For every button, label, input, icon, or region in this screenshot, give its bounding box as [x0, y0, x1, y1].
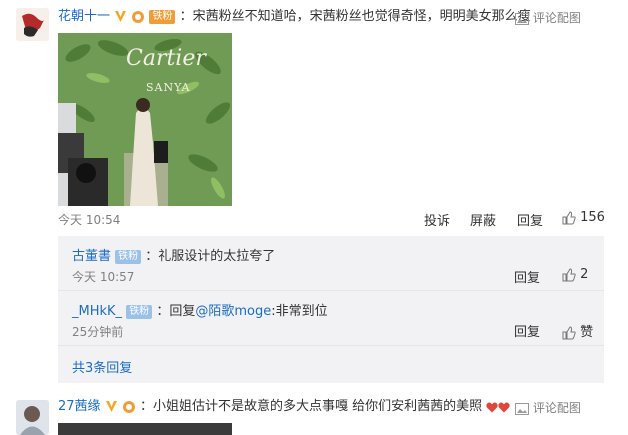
comment-pic-button[interactable]: 评论配图: [515, 9, 581, 26]
divider: [58, 290, 604, 291]
avatar[interactable]: [16, 400, 49, 435]
more-replies-link[interactable]: 共3条回复: [72, 357, 132, 376]
like-count: 156: [580, 210, 605, 225]
fan-badge: 铁粉: [115, 249, 142, 264]
report-button[interactable]: 投诉: [424, 210, 450, 229]
reply-item: _MHkK_ 铁粉 ：回复@陌歌moge:非常到位: [72, 300, 328, 319]
reply-text-prefix: ：回复: [156, 304, 196, 319]
mention-link[interactable]: @陌歌moge: [195, 304, 271, 319]
reply-button[interactable]: 回复: [517, 210, 543, 229]
username[interactable]: 花朝十一: [58, 9, 110, 24]
comment-header: 27茜缘 ：小姐姐估计不是故意的多大点事嘎 给你们安利茜茜的美照: [58, 398, 510, 416]
thumb-up-icon: [562, 210, 576, 225]
reply-button[interactable]: 回复: [514, 267, 540, 286]
image-icon: [515, 402, 529, 415]
comment-photo[interactable]: Cartier SANYA: [58, 33, 232, 206]
comment-photo[interactable]: [58, 423, 232, 435]
fan-badge-icon: [131, 10, 145, 24]
avatar[interactable]: [16, 8, 49, 41]
reply-time: 25分钟前: [72, 325, 124, 339]
comment-text: ：宋茜粉丝不知道哈，宋茜粉丝也觉得奇怪，明明美女那么瘦: [179, 9, 531, 24]
reply-text: ：礼服设计的太拉夸了: [145, 249, 276, 264]
like-label: 赞: [580, 325, 594, 340]
like-count: 2: [580, 267, 589, 282]
thumb-up-icon: [562, 325, 576, 340]
comment-time: 今天 10:54: [58, 213, 121, 227]
like-button[interactable]: 156: [562, 210, 605, 225]
reply-text-suffix: :非常到位: [271, 304, 328, 319]
vip-icon: [114, 10, 127, 23]
reply-username[interactable]: 古董書: [72, 249, 111, 264]
comment-pic-label: 评论配图: [532, 401, 581, 415]
fan-badge: 铁粉: [126, 304, 153, 319]
reply-button[interactable]: 回复: [514, 321, 540, 340]
comment-header: 花朝十一 铁粉 ：宋茜粉丝不知道哈，宋茜粉丝也觉得奇怪，明明美女那么瘦: [58, 8, 531, 26]
brand-text: Cartier: [126, 46, 207, 71]
brand-sub-text: SANYA: [146, 81, 191, 94]
thumb-up-icon: [562, 267, 576, 282]
comment-text: ：小姐姐估计不是故意的多大点事嘎 给你们安利茜茜的美照: [139, 399, 483, 414]
comment-pic-label: 评论配图: [532, 11, 581, 25]
like-button[interactable]: 2: [562, 267, 588, 282]
reply-username[interactable]: _MHkK_: [72, 304, 122, 319]
like-button[interactable]: 赞: [562, 321, 593, 340]
block-button[interactable]: 屏蔽: [470, 210, 496, 229]
username[interactable]: 27茜缘: [58, 399, 101, 414]
divider: [58, 345, 604, 346]
heart-emoji-icon: [486, 401, 498, 413]
fan-badge-icon: [122, 400, 136, 414]
reply-item: 古董書 铁粉 ：礼服设计的太拉夸了: [72, 245, 275, 264]
heart-emoji-icon: [498, 401, 510, 413]
comment-pic-button[interactable]: 评论配图: [515, 399, 581, 416]
reply-time: 今天 10:57: [72, 270, 135, 284]
image-icon: [515, 12, 529, 25]
vip-icon: [105, 400, 118, 413]
fan-badge: 铁粉: [149, 9, 176, 24]
